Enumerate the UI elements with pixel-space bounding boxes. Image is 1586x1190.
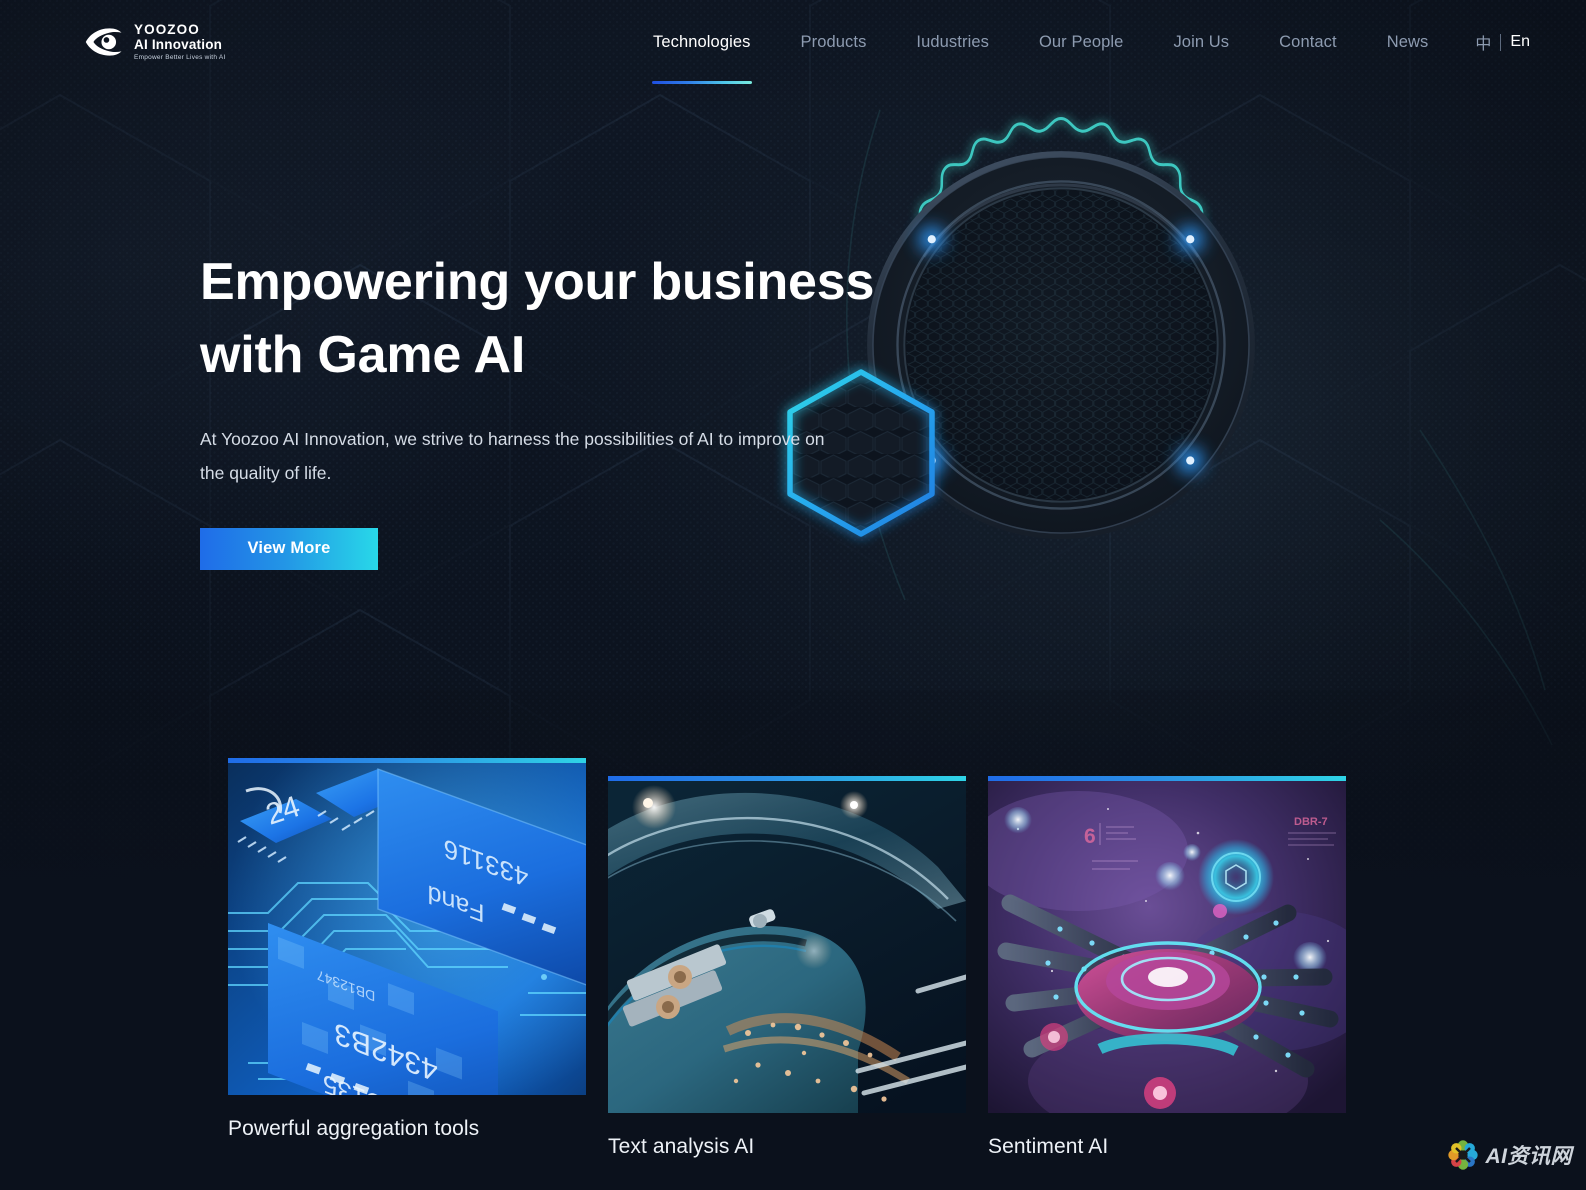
nav-item-news[interactable]: News xyxy=(1362,0,1454,84)
main-navigation: Technologies Products Iudustries Our Peo… xyxy=(226,0,1536,84)
hero-subtitle: At Yoozoo AI Innovation, we strive to ha… xyxy=(200,428,825,483)
nav-item-contact[interactable]: Contact xyxy=(1254,0,1362,84)
language-option-english[interactable]: En xyxy=(1510,33,1530,51)
nav-item-technologies[interactable]: Technologies xyxy=(628,0,776,84)
brand-name-line2: AI Innovation xyxy=(134,37,223,53)
nav-label: News xyxy=(1386,32,1429,51)
svg-text:6: 6 xyxy=(1084,825,1096,848)
site-header: YOOZOO AI Innovation Empower Better Live… xyxy=(0,0,1586,84)
blue-circuit-board-image: 24 433116 Fand 4342B3 DB12347 C135 xyxy=(228,763,586,1095)
card-title: Sentiment AI xyxy=(988,1135,1109,1158)
hero-title-line1: Empowering your business xyxy=(200,253,875,311)
nav-active-underline xyxy=(651,81,752,84)
nav-item-our-people[interactable]: Our People xyxy=(1014,0,1148,84)
language-separator xyxy=(1500,33,1502,51)
nav-item-products[interactable]: Products xyxy=(776,0,892,84)
brand-tagline: Empower Better Lives with AI xyxy=(134,53,226,61)
language-switcher: 中 En xyxy=(1453,30,1534,54)
nav-label: Our People xyxy=(1038,32,1124,51)
view-more-button[interactable]: View More xyxy=(200,527,378,570)
nav-item-industries[interactable]: Iudustries xyxy=(891,0,1014,84)
svg-text:DBR-7: DBR-7 xyxy=(1294,816,1328,828)
purple-sci-fi-spacecraft-image: 6 DBR-7 xyxy=(988,781,1346,1113)
hero-title-line2: with Game AI xyxy=(200,325,526,384)
hero-section: Empowering your business with Game AI At… xyxy=(0,0,1586,730)
page-title: Empowering your business with Game AI xyxy=(200,246,940,392)
teal-mechanical-abstract-image xyxy=(608,781,966,1113)
brand-logo[interactable]: YOOZOO AI Innovation Empower Better Live… xyxy=(84,23,226,62)
nav-label: Technologies xyxy=(652,32,751,51)
brand-name-line1: YOOZOO xyxy=(134,21,200,37)
colorful-petal-flower-icon xyxy=(1447,1140,1478,1170)
watermark-text: AI资讯网 xyxy=(1485,1145,1572,1168)
card-powerful-aggregation-tools[interactable]: 24 433116 Fand 4342B3 DB12347 C135 Power… xyxy=(228,758,586,1141)
card-title: Powerful aggregation tools xyxy=(228,1117,480,1140)
nav-label: Iudustries xyxy=(916,32,989,51)
card-sentiment-ai[interactable]: 6 DBR-7 Sentiment AI xyxy=(988,776,1346,1159)
hero-copy-block: Empowering your business with Game AI At… xyxy=(200,246,940,570)
feature-cards: 24 433116 Fand 4342B3 DB12347 C135 Power… xyxy=(228,758,1348,1190)
card-text-analysis-ai[interactable]: Text analysis AI xyxy=(608,776,966,1159)
language-option-chinese[interactable]: 中 xyxy=(1475,30,1491,54)
nav-label: Contact xyxy=(1279,32,1337,51)
nav-label: Join Us xyxy=(1173,32,1230,51)
nav-item-join-us[interactable]: Join Us xyxy=(1148,0,1254,84)
nav-label: Products xyxy=(800,32,867,51)
site-watermark: AI资讯网 xyxy=(1446,1138,1573,1172)
card-title: Text analysis AI xyxy=(608,1135,755,1158)
yoozoo-eye-logo-icon xyxy=(85,28,122,56)
